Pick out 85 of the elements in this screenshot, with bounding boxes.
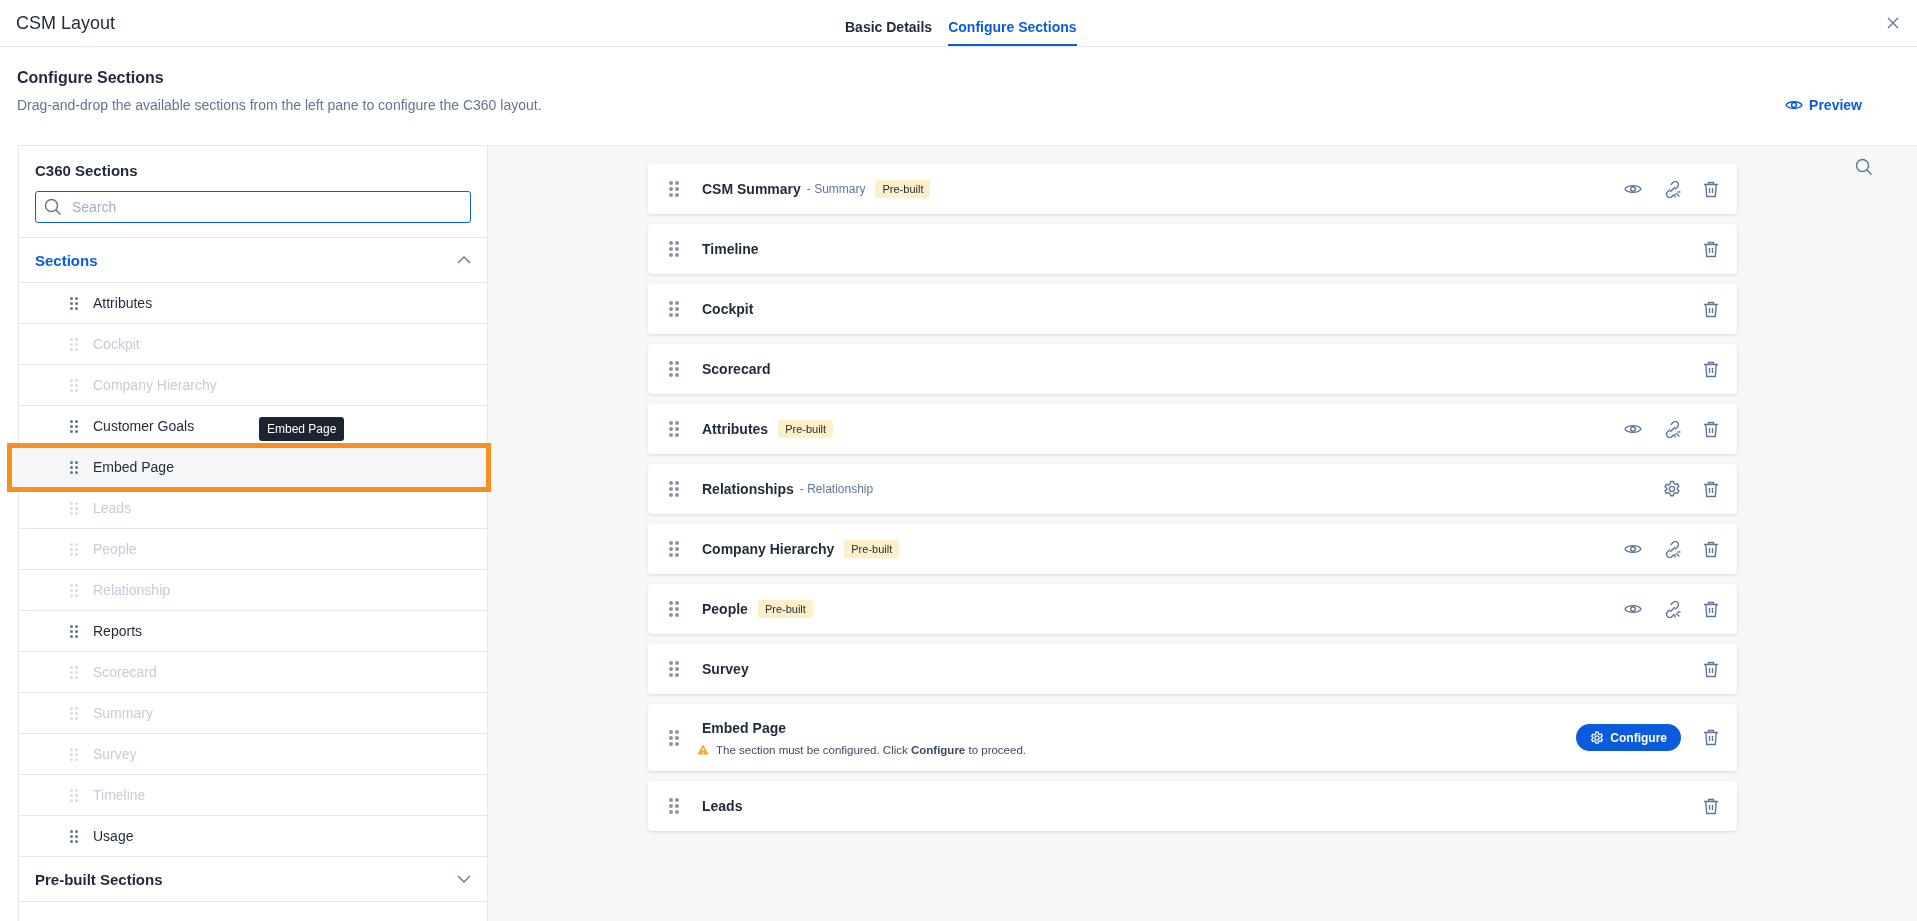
preview-icon[interactable]: [1624, 423, 1642, 435]
delete-icon[interactable]: [1703, 300, 1719, 318]
prebuilt-badge: Pre-built: [778, 420, 834, 438]
drag-handle-icon[interactable]: [669, 601, 679, 617]
delete-icon[interactable]: [1703, 420, 1719, 438]
drag-handle-icon[interactable]: [70, 296, 78, 310]
section-name: Leads: [702, 798, 743, 814]
drag-handle-icon[interactable]: [669, 481, 679, 497]
section-card[interactable]: Attributes Pre-built: [648, 404, 1737, 454]
broken-link-icon[interactable]: [1664, 180, 1681, 198]
page-description: Drag-and-drop the available sections from the left pane to configure the C360 layout.: [17, 97, 543, 113]
delete-icon[interactable]: [1703, 360, 1719, 378]
section-card[interactable]: People Pre-built: [648, 584, 1737, 634]
drag-handle-icon[interactable]: [669, 729, 679, 746]
warning-icon: [697, 744, 709, 755]
section-name: Scorecard: [702, 361, 771, 377]
search-field[interactable]: Search: [35, 191, 471, 223]
section-card[interactable]: Relationships - Relationship: [648, 464, 1737, 514]
drag-handle-icon[interactable]: [70, 460, 78, 474]
preview-icon[interactable]: [1624, 543, 1642, 555]
close-icon[interactable]: [1887, 17, 1899, 29]
prebuilt-badge: Pre-built: [757, 600, 813, 618]
broken-link-icon[interactable]: [1664, 540, 1681, 558]
section-card[interactable]: Scorecard: [648, 344, 1737, 394]
drag-handle-icon[interactable]: [70, 624, 78, 638]
section-card[interactable]: Leads: [648, 781, 1737, 831]
section-name: People: [702, 601, 748, 617]
section-card[interactable]: Company Hierarchy Pre-built: [648, 524, 1737, 574]
section-name: Company Hierarchy: [702, 541, 835, 557]
delete-icon[interactable]: [1703, 480, 1719, 498]
drag-handle-icon[interactable]: [70, 419, 78, 433]
drag-handle-icon[interactable]: [669, 181, 679, 197]
settings-icon[interactable]: [1663, 480, 1681, 498]
broken-link-icon[interactable]: [1664, 420, 1681, 438]
broken-link-icon[interactable]: [1664, 600, 1681, 618]
drag-handle-icon[interactable]: [669, 241, 679, 257]
delete-icon[interactable]: [1703, 660, 1719, 678]
section-card[interactable]: CSM Summary - Summary Pre-built: [648, 164, 1737, 214]
preview-icon[interactable]: [1624, 603, 1642, 615]
chevron-down-icon[interactable]: [457, 875, 471, 883]
tab[interactable]: Basic Details: [845, 0, 933, 46]
section-item[interactable]: Attributes: [19, 283, 487, 324]
section-type: - Relationship: [799, 482, 874, 496]
prebuilt-badge: Pre-built: [844, 540, 900, 558]
preview-icon[interactable]: [1624, 183, 1642, 195]
search-icon[interactable]: [1855, 158, 1873, 176]
section-card[interactable]: Timeline: [648, 224, 1737, 274]
section-card[interactable]: Survey: [648, 644, 1737, 694]
delete-icon[interactable]: [1703, 180, 1719, 198]
drag-handle-icon[interactable]: [669, 798, 679, 814]
warning-message: The section must be configured. Click Configure to proceed.: [716, 743, 1026, 756]
tooltip: Embed Page: [259, 417, 345, 441]
delete-icon[interactable]: [1703, 729, 1719, 746]
drag-handle-icon[interactable]: [669, 361, 679, 377]
section-name: Embed Page: [702, 719, 787, 736]
delete-icon[interactable]: [1703, 540, 1719, 558]
prebuilt-badge: Pre-built: [875, 180, 931, 198]
drag-handle-icon[interactable]: [669, 541, 679, 557]
window-title: CSM Layout: [16, 12, 116, 34]
section-name: CSM Summary: [702, 181, 801, 197]
gear-icon[interactable]: [1590, 730, 1605, 745]
drag-handle-icon[interactable]: [70, 829, 78, 843]
search-icon[interactable]: [44, 198, 62, 216]
page-heading: Configure Sections: [17, 69, 165, 87]
section-name: Attributes: [702, 421, 769, 437]
delete-icon[interactable]: [1703, 600, 1719, 618]
preview-button[interactable]: Preview: [1785, 97, 1862, 113]
chevron-up-icon[interactable]: [457, 256, 471, 264]
configure-button[interactable]: Configure: [1576, 724, 1681, 751]
pane-title: C360 Sections: [34, 161, 139, 181]
drag-handle-icon[interactable]: [669, 421, 679, 437]
drag-handle-icon[interactable]: [669, 661, 679, 677]
section-type: - Summary: [806, 182, 866, 196]
section-name: Timeline: [702, 241, 759, 257]
tab[interactable]: Configure Sections: [948, 0, 1077, 46]
drag-handle-icon[interactable]: [669, 301, 679, 317]
section-card[interactable]: Embed Page The section must be configured. Click Configure to proceed. Configure: [648, 704, 1737, 771]
section-name: Survey: [702, 661, 749, 677]
eye-icon[interactable]: [1785, 99, 1804, 111]
section-name: Relationships: [702, 481, 794, 497]
section-name: Cockpit: [702, 301, 754, 317]
section-card[interactable]: Cockpit: [648, 284, 1737, 334]
delete-icon[interactable]: [1703, 240, 1719, 258]
section-item[interactable]: Reports: [19, 611, 487, 652]
delete-icon[interactable]: [1703, 797, 1719, 815]
